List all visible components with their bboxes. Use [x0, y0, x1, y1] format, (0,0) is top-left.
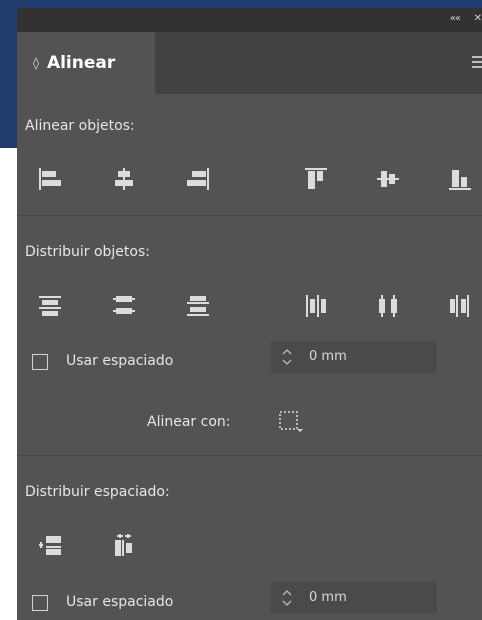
- align-with-label: Alinear con:: [147, 414, 231, 430]
- use-spacing-label-objects: Usar espaciado: [66, 353, 174, 369]
- distribute-vertical-centers-icon[interactable]: [111, 293, 137, 319]
- align-horizontal-centers-icon[interactable]: [111, 166, 137, 192]
- align-left-edges-icon[interactable]: [37, 166, 63, 192]
- distribute-vertical-spacing-icon[interactable]: [37, 533, 63, 559]
- spacing-value: 0 mm: [309, 590, 347, 605]
- panel-tabbar: ◊ Alinear: [17, 32, 482, 94]
- panel-menu-icon[interactable]: [472, 56, 482, 70]
- spinner-arrows-icon[interactable]: [281, 588, 293, 608]
- align-vertical-centers-icon[interactable]: [375, 166, 401, 192]
- section-divider: [17, 455, 482, 456]
- collapse-panel-button[interactable]: ««: [450, 13, 461, 24]
- use-spacing-checkbox-spacing[interactable]: [32, 595, 48, 611]
- selection-icon[interactable]: [278, 408, 304, 434]
- distribute-spacing-label: Distribuir espaciado:: [25, 484, 170, 500]
- distribute-left-edges-icon[interactable]: [303, 293, 329, 319]
- tab-options-icon[interactable]: ◊: [33, 56, 39, 70]
- distribute-right-edges-icon[interactable]: [447, 293, 473, 319]
- align-right-edges-icon[interactable]: [185, 166, 211, 192]
- align-top-edges-icon[interactable]: [303, 166, 329, 192]
- tab-alinear[interactable]: ◊ Alinear: [17, 32, 155, 94]
- tab-label: Alinear: [46, 53, 116, 73]
- align-bottom-edges-icon[interactable]: [447, 166, 473, 192]
- spinner-arrows-icon[interactable]: [281, 347, 293, 367]
- distribute-top-edges-icon[interactable]: [37, 293, 63, 319]
- distribute-horizontal-spacing-icon[interactable]: [111, 533, 137, 559]
- close-panel-button[interactable]: ✕: [474, 13, 482, 24]
- distribute-horizontal-centers-icon[interactable]: [375, 293, 401, 319]
- panel-titlebar[interactable]: «« ✕: [17, 8, 482, 32]
- align-panel: «« ✕ ◊ Alinear Alinear objetos: Distribu…: [17, 8, 482, 620]
- use-spacing-label-spacing: Usar espaciado: [66, 594, 174, 610]
- distribute-bottom-edges-icon[interactable]: [185, 293, 211, 319]
- spacing-value-field-objects[interactable]: 0 mm: [271, 341, 437, 373]
- distribute-objects-label: Distribuir objetos:: [25, 244, 150, 260]
- use-spacing-checkbox-objects[interactable]: [32, 354, 48, 370]
- align-objects-label: Alinear objetos:: [25, 118, 135, 134]
- spacing-value-field-spacing[interactable]: 0 mm: [271, 582, 437, 614]
- section-divider: [17, 215, 482, 216]
- spacing-value: 0 mm: [309, 349, 347, 364]
